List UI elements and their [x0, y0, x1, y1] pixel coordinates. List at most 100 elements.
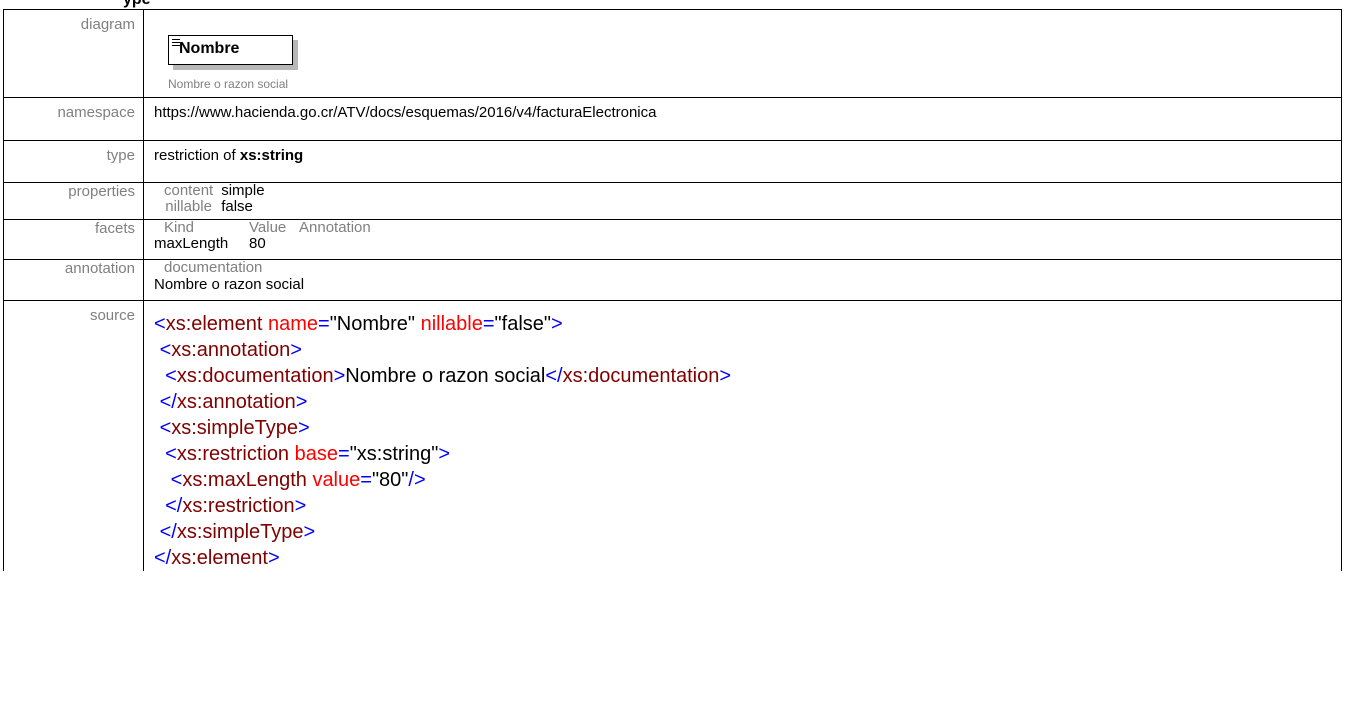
source-token: =: [338, 443, 350, 465]
row-properties: properties content simple nillable false: [3, 182, 1342, 220]
source-token: <: [165, 365, 177, 387]
annotation-value: documentation Nombre o razon social: [143, 259, 1342, 301]
source-token: </: [545, 365, 563, 387]
source-token: </: [165, 495, 183, 517]
source-line: <xs:simpleType>: [154, 415, 1331, 441]
source-token: xs:documentation: [562, 365, 720, 387]
label-diagram: diagram: [3, 9, 144, 98]
source-token: >: [333, 365, 346, 387]
source-token: Nombre o razon social: [345, 365, 546, 387]
source-token: xs:restriction: [176, 443, 290, 465]
source-token: <: [159, 417, 172, 439]
row-source: source <xs:element name="Nombre" nillabl…: [3, 300, 1342, 571]
source-token: <: [165, 443, 177, 465]
source-token: xs:simpleType: [176, 521, 304, 543]
row-annotation: annotation documentation Nombre o razon …: [3, 259, 1342, 301]
label-source: source: [3, 300, 144, 571]
type-prefix: restriction of: [154, 147, 240, 164]
source-indent: [154, 495, 165, 517]
source-line: </xs:annotation>: [154, 389, 1331, 415]
row-type: type restriction of xs:string: [3, 140, 1342, 183]
type-value: restriction of xs:string: [143, 140, 1342, 183]
properties-list: content simple nillable false: [154, 183, 1331, 215]
property-value: simple: [221, 182, 265, 199]
property-key: content: [164, 182, 214, 199]
source-token: =: [482, 313, 495, 335]
element-box[interactable]: Nombre: [168, 35, 293, 65]
source-token: =: [318, 313, 330, 335]
source-token: >: [297, 417, 310, 439]
source-token: "xs:string": [349, 443, 439, 465]
facet-value: 80: [249, 235, 266, 252]
source-token: </: [154, 547, 172, 569]
source-indent: [154, 443, 165, 465]
facets-header-kind: Kind: [164, 219, 195, 236]
source-line: <xs:annotation>: [154, 337, 1331, 363]
namespace-value: https://www.hacienda.go.cr/ATV/docs/esqu…: [143, 97, 1342, 141]
row-facets: facets Kind Value Annotation maxLength 8…: [3, 219, 1342, 260]
facets-header-value: Value: [249, 219, 287, 236]
source-line: <xs:element name="Nombre" nillable="fals…: [154, 311, 1331, 337]
source-token: xs:annotation: [171, 339, 291, 361]
source-token: >: [551, 313, 563, 335]
source-token: >: [719, 365, 732, 387]
source-token: >: [290, 339, 302, 361]
source-token: xs:restriction: [182, 495, 295, 517]
annotation-key: documentation: [164, 259, 263, 276]
source-line: <xs:restriction base="xs:string">: [154, 441, 1331, 467]
annotation-text: Nombre o razon social: [154, 276, 305, 293]
source-token: value: [312, 469, 361, 491]
row-diagram: diagram Nombre Nombre o razon social: [3, 9, 1342, 98]
facets-table: Kind Value Annotation maxLength 80: [154, 220, 1331, 252]
source-token: xs:element: [171, 547, 268, 569]
source-token: <: [170, 469, 183, 491]
source-token: >: [303, 521, 316, 543]
type-base: xs:string: [239, 147, 304, 164]
facets-header-annotation: Annotation: [299, 219, 371, 236]
source-token: <: [154, 313, 166, 335]
source-token: />: [408, 469, 426, 491]
source-token: xs:documentation: [176, 365, 334, 387]
source-token: xs:simpleType: [171, 417, 298, 439]
label-annotation: annotation: [3, 259, 144, 301]
source-token: xs:maxLength: [182, 469, 307, 491]
element-doc-caption: Nombre o razon social: [168, 77, 289, 91]
source-token: =: [360, 469, 372, 491]
source-code: <xs:element name="Nombre" nillable="fals…: [154, 307, 1331, 571]
source-token: >: [295, 391, 308, 413]
label-properties: properties: [3, 182, 144, 220]
label-namespace: namespace: [3, 97, 144, 141]
source-token: </: [159, 391, 177, 413]
source-token: "false": [494, 313, 551, 335]
source-value: <xs:element name="Nombre" nillable="fals…: [143, 300, 1342, 571]
source-token: "Nombre": [329, 313, 416, 335]
source-token: base: [294, 443, 338, 465]
property-key: nillable: [165, 198, 212, 215]
row-namespace: namespace https://www.hacienda.go.cr/ATV…: [3, 97, 1342, 141]
facet-annotation: [299, 236, 1331, 252]
source-line: </xs:element>: [154, 545, 1331, 571]
source-token: xs:element: [165, 313, 263, 335]
source-indent: [154, 469, 171, 491]
source-token: name: [267, 313, 318, 335]
source-token: >: [294, 495, 307, 517]
schema-element-table: diagram Nombre Nombre o razon social nam…: [3, 9, 1342, 571]
source-line: <xs:maxLength value="80"/>: [154, 467, 1331, 493]
facet-kind: maxLength: [154, 235, 229, 252]
source-line: </xs:restriction>: [154, 493, 1331, 519]
source-line: <xs:documentation>Nombre o razon social<…: [154, 363, 1331, 389]
source-token: >: [267, 547, 280, 569]
source-line: </xs:simpleType>: [154, 519, 1331, 545]
source-token: xs:annotation: [176, 391, 296, 413]
source-token: </: [159, 521, 177, 543]
element-name: Nombre: [179, 40, 240, 57]
property-value: false: [221, 198, 253, 215]
label-type: type: [3, 140, 144, 183]
properties-value: content simple nillable false: [143, 182, 1342, 220]
source-token: nillable: [420, 313, 483, 335]
facets-value: Kind Value Annotation maxLength 80: [143, 219, 1342, 260]
source-indent: [154, 365, 165, 387]
source-token: <: [159, 339, 172, 361]
label-facets: facets: [3, 219, 144, 260]
source-token: "80": [371, 469, 409, 491]
